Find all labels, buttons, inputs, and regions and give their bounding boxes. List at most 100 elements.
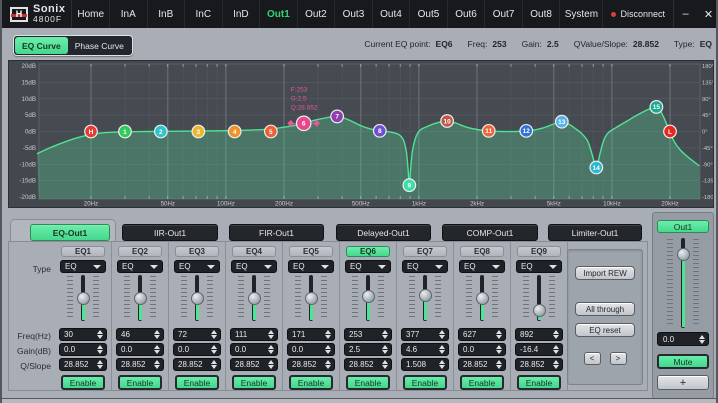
spinner-up-icon[interactable] (268, 345, 274, 349)
enable-button[interactable]: Enable (232, 375, 276, 390)
tab-inb[interactable]: InB (148, 0, 186, 28)
eq-curve-graph[interactable]: 20dB15dB10dB5dB0dB-5dB-10dB-15dB-20dB180… (9, 61, 713, 207)
spinner-up-icon[interactable] (553, 360, 559, 364)
enable-button[interactable]: Enable (289, 375, 333, 390)
import-rew-button[interactable]: Import REW (575, 266, 635, 280)
spinner-up-icon[interactable] (496, 330, 502, 334)
connection-status[interactable]: Disconnect (603, 0, 674, 28)
spinner-up-icon[interactable] (268, 330, 274, 334)
section-tab-delayed-out1[interactable]: Delayed-Out1 (336, 224, 431, 241)
spinner-up-icon[interactable] (97, 345, 103, 349)
freq-input[interactable]: 627 (458, 328, 506, 341)
spinner-up-icon[interactable] (382, 345, 388, 349)
spinner-up-icon[interactable] (211, 330, 217, 334)
spinner-down-icon[interactable] (97, 350, 103, 354)
spinner-down-icon[interactable] (154, 365, 160, 369)
close-button[interactable]: ✕ (697, 0, 718, 28)
type-dropdown[interactable]: EQ (345, 260, 391, 273)
gain-input[interactable]: 0.0 (230, 343, 278, 356)
tab-home[interactable]: Home (72, 0, 110, 28)
eq-reset-button[interactable]: EQ reset (575, 323, 635, 337)
spinner-up-icon[interactable] (325, 345, 331, 349)
spinner-down-icon[interactable] (211, 350, 217, 354)
enable-button[interactable]: Enable (118, 375, 162, 390)
spinner-down-icon[interactable] (439, 335, 445, 339)
spinner-down-icon[interactable] (325, 335, 331, 339)
tab-out5[interactable]: Out5 (410, 0, 448, 28)
spinner-down-icon[interactable] (496, 365, 502, 369)
eq-strip-header[interactable]: EQ7 (403, 246, 447, 257)
spinner-up-icon[interactable] (97, 360, 103, 364)
tab-system[interactable]: System (560, 0, 603, 28)
freq-input[interactable]: 46 (116, 328, 164, 341)
gain-input[interactable]: 0.0 (116, 343, 164, 356)
enable-button[interactable]: Enable (346, 375, 390, 390)
next-page-button[interactable]: > (610, 352, 627, 365)
gain-input[interactable]: 0.0 (458, 343, 506, 356)
slider-knob[interactable] (533, 304, 546, 317)
spinner-up-icon[interactable] (553, 345, 559, 349)
tab-out4[interactable]: Out4 (373, 0, 411, 28)
spinner-down-icon[interactable] (439, 350, 445, 354)
spinner-down-icon[interactable] (325, 365, 331, 369)
all-through-button[interactable]: All through (575, 302, 635, 316)
slider-knob[interactable] (191, 292, 204, 305)
out1-button[interactable]: Out1 (657, 220, 709, 233)
spinner-up-icon[interactable] (382, 330, 388, 334)
spinner-down-icon[interactable] (382, 335, 388, 339)
q-input[interactable]: 1.508 (401, 358, 449, 371)
q-input[interactable]: 28.852 (230, 358, 278, 371)
eq-strip-header[interactable]: EQ4 (232, 246, 276, 257)
gain-slider[interactable] (231, 274, 277, 322)
spinner-up-icon[interactable] (211, 345, 217, 349)
freq-input[interactable]: 253 (344, 328, 392, 341)
eq-strip-header[interactable]: EQ6 (346, 246, 390, 257)
tab-out3[interactable]: Out3 (335, 0, 373, 28)
spinner-down-icon[interactable] (268, 365, 274, 369)
spinner-up-icon[interactable] (496, 360, 502, 364)
spinner-up-icon[interactable] (211, 360, 217, 364)
gain-slider[interactable] (174, 274, 220, 322)
eq-strip-header[interactable]: EQ1 (61, 246, 105, 257)
spinner-down-icon[interactable] (382, 365, 388, 369)
spinner-down-icon[interactable] (211, 335, 217, 339)
spinner-up-icon[interactable] (699, 335, 705, 339)
eq-strip-header[interactable]: EQ3 (175, 246, 219, 257)
spinner-down-icon[interactable] (211, 365, 217, 369)
gain-input[interactable]: 4.6 (401, 343, 449, 356)
tab-out6[interactable]: Out6 (448, 0, 486, 28)
spinner-up-icon[interactable] (268, 360, 274, 364)
section-tab-comp-out1[interactable]: COMP-Out1 (442, 224, 538, 241)
gain-slider[interactable] (516, 274, 562, 322)
minimize-button[interactable]: – (674, 0, 697, 28)
gain-slider[interactable] (402, 274, 448, 322)
q-input[interactable]: 28.852 (287, 358, 335, 371)
enable-button[interactable]: Enable (175, 375, 219, 390)
gain-slider[interactable] (459, 274, 505, 322)
spinner-up-icon[interactable] (154, 330, 160, 334)
gain-input[interactable]: 2.5 (344, 343, 392, 356)
spinner-down-icon[interactable] (97, 335, 103, 339)
spinner-up-icon[interactable] (439, 360, 445, 364)
section-tab-eq-out1[interactable]: EQ-Out1 (30, 224, 110, 241)
tab-out8[interactable]: Out8 (523, 0, 561, 28)
tab-out1[interactable]: Out1 (260, 0, 298, 28)
slider-knob[interactable] (77, 292, 90, 305)
eq-strip-header[interactable]: EQ8 (460, 246, 504, 257)
type-dropdown[interactable]: EQ (516, 260, 562, 273)
gain-slider[interactable] (288, 274, 334, 322)
gain-slider[interactable] (60, 274, 106, 322)
spinner-down-icon[interactable] (382, 350, 388, 354)
type-dropdown[interactable]: EQ (231, 260, 277, 273)
q-input[interactable]: 28.852 (515, 358, 563, 371)
section-tab-fir-out1[interactable]: FIR-Out1 (229, 224, 324, 241)
enable-button[interactable]: Enable (61, 375, 105, 390)
slider-knob[interactable] (362, 290, 375, 303)
spinner-down-icon[interactable] (553, 350, 559, 354)
freq-input[interactable]: 892 (515, 328, 563, 341)
tab-out7[interactable]: Out7 (485, 0, 523, 28)
spinner-down-icon[interactable] (154, 350, 160, 354)
spinner-down-icon[interactable] (496, 350, 502, 354)
slider-knob[interactable] (476, 292, 489, 305)
spinner-down-icon[interactable] (699, 340, 705, 344)
